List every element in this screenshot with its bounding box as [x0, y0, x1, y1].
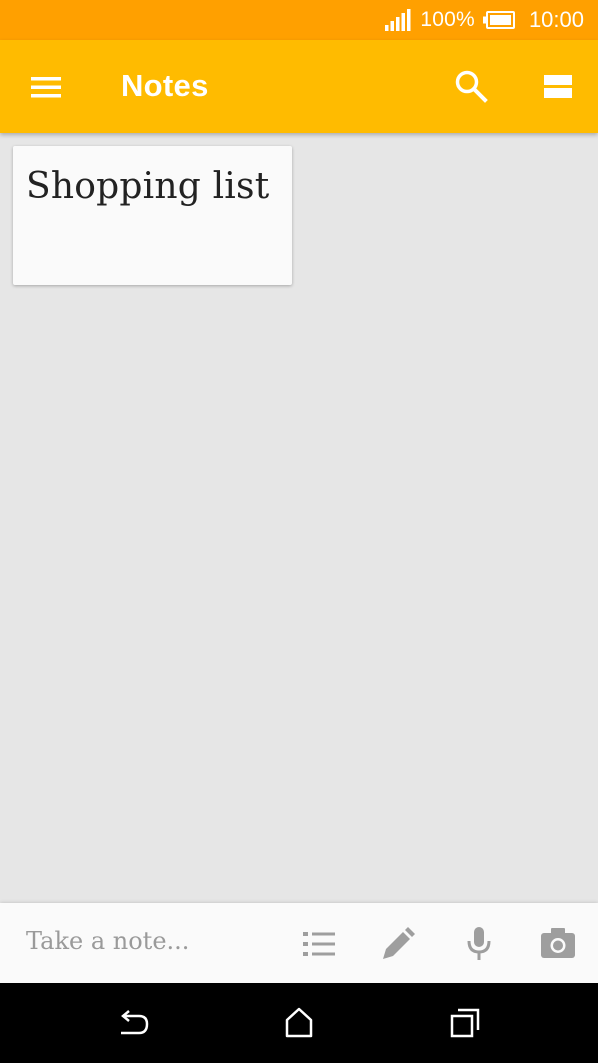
note-title: Shopping list — [26, 166, 270, 207]
view-toggle-icon[interactable] — [543, 74, 573, 100]
app-bar: Notes — [0, 40, 598, 133]
list-icon[interactable] — [302, 929, 336, 959]
status-clock: 10:00 — [528, 7, 584, 32]
camera-icon[interactable] — [540, 927, 576, 959]
note-card[interactable]: Shopping list — [13, 146, 292, 285]
battery-icon — [482, 11, 515, 29]
home-icon[interactable] — [284, 1006, 314, 1038]
status-bar: 100% 10:00 — [0, 0, 598, 40]
recents-icon[interactable] — [450, 1008, 480, 1038]
menu-icon[interactable] — [29, 73, 63, 101]
app-title: Notes — [121, 68, 209, 103]
back-icon[interactable] — [117, 1008, 151, 1038]
take-note-bar: Take a note... — [0, 903, 598, 983]
status-indicators: 100% 10:00 — [384, 0, 584, 40]
take-note-input[interactable]: Take a note... — [26, 927, 189, 955]
nav-bar — [0, 983, 598, 1063]
signal-icon — [385, 9, 411, 31]
search-icon[interactable] — [454, 69, 488, 103]
battery-percentage: 100% — [420, 8, 475, 31]
pen-icon[interactable] — [381, 927, 415, 961]
mic-icon[interactable] — [466, 926, 492, 962]
